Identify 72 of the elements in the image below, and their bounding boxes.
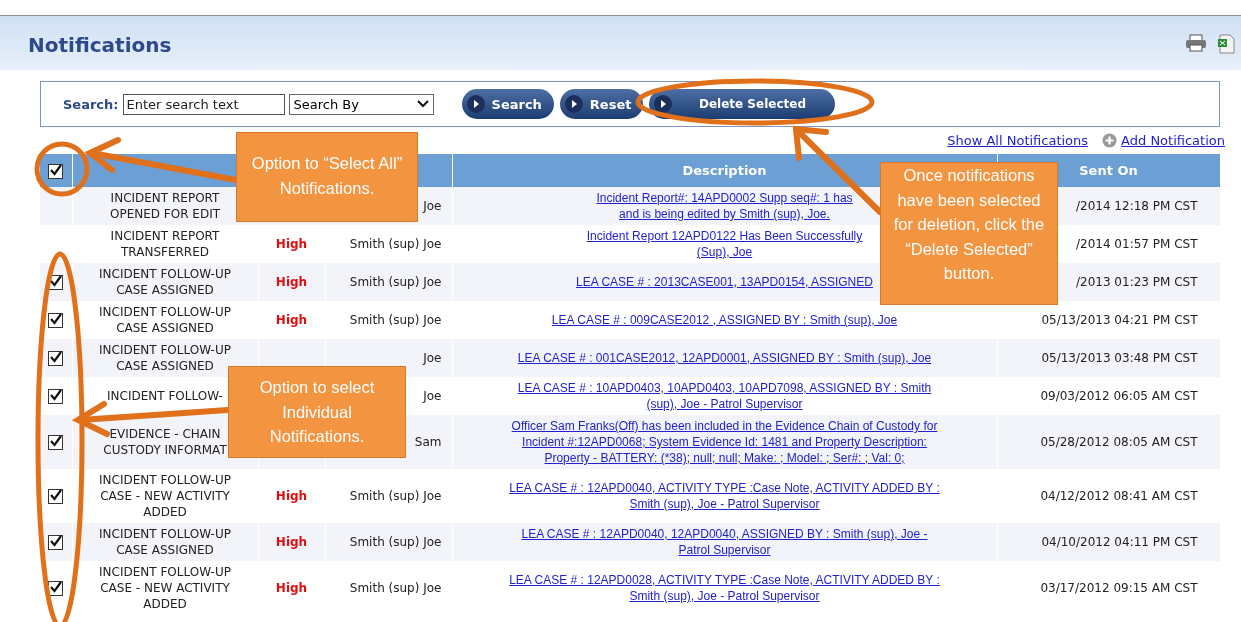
action-button[interactable]: Delete Selected xyxy=(649,89,836,119)
type-text: INCIDENT FOLLOW- xyxy=(107,389,223,403)
checkbox[interactable] xyxy=(48,389,64,404)
column-header: Sent On xyxy=(1079,163,1138,178)
type-text: INCIDENT FOLLOW-UP CASE ASSIGNED xyxy=(99,343,231,373)
show-all-link[interactable]: Show All Notifications xyxy=(947,132,1089,148)
date-text: 05/28/2012 08:05 AM CST xyxy=(1040,435,1198,449)
priority-text: High xyxy=(275,489,308,503)
description-link[interactable]: Incident Report#: 14APD0002 Supp seq#: 1 has and is being edited by Smith (sup), Joe. xyxy=(596,190,853,222)
date-text: 03/17/2012 09:15 AM CST xyxy=(1040,581,1198,595)
description-link[interactable]: LEA CASE # : 2013CASE001, 13APD0154, ASSIGNED xyxy=(576,274,873,290)
search-field[interactable]: Enter search text xyxy=(122,93,285,115)
type-text: INCIDENT FOLLOW-UP CASE ASSIGNED xyxy=(99,267,231,297)
date-text: 09/03/2012 06:05 AM CST xyxy=(1040,389,1198,403)
date-text: /2014 12:18 PM CST xyxy=(1075,199,1198,213)
play-icon xyxy=(653,94,674,114)
callout: Once notifications have been selected for deletion, click the “Delete Selected” button. xyxy=(880,162,1058,305)
plus-circle-icon xyxy=(1102,132,1118,148)
description-link[interactable]: LEA CASE # : 10APD0403, 10APD0403, 10APD7098, ASSIGNED BY : Smith (sup), Joe - Patrol Supervisor xyxy=(517,380,932,412)
highlight-ellipse xyxy=(34,141,90,197)
priority-text: High xyxy=(275,581,308,595)
callout: Option to “Select All” Notifications. xyxy=(236,132,418,222)
column-header: Description xyxy=(682,163,767,178)
checkbox[interactable] xyxy=(48,163,64,179)
sender-text: Sam xyxy=(414,435,442,449)
description-link[interactable]: LEA CASE # : 12APD0028, ACTIVITY TYPE :Case Note, ACTIVITY ADDED BY : Smith (sup), Joe - Patrol Supervisor xyxy=(509,572,940,604)
priority-text: High xyxy=(275,535,308,549)
sender-text: Joe xyxy=(423,389,442,403)
sender-text: Joe xyxy=(423,351,442,365)
sender-text: Smith (sup) Joe xyxy=(349,535,442,549)
priority-text: High xyxy=(275,275,308,289)
printer-icon[interactable] xyxy=(1185,34,1207,52)
sender-text: Smith (sup) Joe xyxy=(349,581,442,595)
type-text: EVIDENCE - CHAIN CUSTODY INFORMAT xyxy=(103,427,227,457)
sender-text: Joe xyxy=(423,199,442,213)
date-text: 04/12/2012 08:41 AM CST xyxy=(1040,489,1198,503)
play-icon xyxy=(465,94,486,114)
type-text: INCIDENT FOLLOW-UP CASE ASSIGNED xyxy=(99,527,231,557)
spreadsheet-icon[interactable] xyxy=(1217,34,1235,54)
checkbox[interactable] xyxy=(48,313,64,328)
priority-text: High xyxy=(275,313,308,327)
type-text: INCIDENT FOLLOW-UP CASE ASSIGNED xyxy=(99,305,231,335)
checkbox[interactable] xyxy=(48,351,64,366)
date-text: 05/13/2013 04:21 PM CST xyxy=(1041,313,1198,327)
sender-text: Smith (sup) Joe xyxy=(349,237,442,251)
description-link[interactable]: LEA CASE # : 12APD0040, ACTIVITY TYPE :Case Note, ACTIVITY ADDED BY : Smith (sup), Joe - Patrol Supervisor xyxy=(509,480,940,512)
checkbox[interactable] xyxy=(48,435,64,450)
search-label: Search: xyxy=(63,96,119,112)
page-title: Notifications xyxy=(28,33,172,57)
type-text: INCIDENT FOLLOW-UP CASE - NEW ACTIVITY ADDED xyxy=(99,565,231,611)
search-by-dropdown[interactable]: Search By xyxy=(288,93,434,115)
type-text: INCIDENT FOLLOW-UP CASE - NEW ACTIVITY ADDED xyxy=(99,473,231,519)
sender-text: Smith (sup) Joe xyxy=(349,313,442,327)
checkbox[interactable] xyxy=(48,489,64,504)
action-button[interactable]: Search xyxy=(461,89,554,119)
play-icon xyxy=(563,94,584,114)
date-text: 05/13/2013 03:48 PM CST xyxy=(1041,351,1198,365)
checkbox[interactable] xyxy=(48,535,64,550)
action-button[interactable]: Reset xyxy=(559,89,644,119)
date-text: /2014 01:57 PM CST xyxy=(1075,237,1198,251)
type-text: INCIDENT REPORT TRANSFERRED xyxy=(110,229,220,259)
date-text: /2013 01:23 PM CST xyxy=(1075,275,1198,289)
type-text: INCIDENT REPORT OPENED FOR EDIT xyxy=(109,191,221,221)
priority-text: High xyxy=(275,237,308,251)
callout: Option to select Individual Notifications. xyxy=(228,366,406,458)
description-link[interactable]: Incident Report 12APD0122 Has Been Successfully (Sup), Joe xyxy=(586,228,863,260)
chevron-down-icon xyxy=(416,100,429,108)
sender-text: Smith (sup) Joe xyxy=(349,489,442,503)
add-notification-link[interactable]: Add Notification xyxy=(1121,132,1225,148)
description-link[interactable]: LEA CASE # : 009CASE2012 , ASSIGNED BY : Smith (sup), Joe xyxy=(551,312,898,328)
date-text: 04/10/2012 04:11 PM CST xyxy=(1041,535,1198,549)
sender-text: Smith (sup) Joe xyxy=(349,275,442,289)
